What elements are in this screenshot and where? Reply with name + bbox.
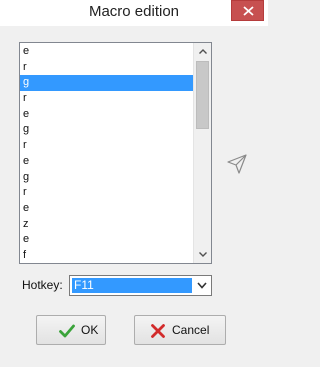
checkmark-icon: [59, 324, 75, 338]
scroll-thumb[interactable]: [196, 61, 209, 129]
cancel-button[interactable]: Cancel: [134, 315, 226, 345]
list-item[interactable]: e: [20, 107, 193, 123]
chevron-down-icon[interactable]: [197, 282, 207, 289]
list-item[interactable]: r: [20, 138, 193, 154]
hotkey-select[interactable]: F11: [69, 275, 212, 296]
macro-listbox[interactable]: ergregregrezef: [19, 42, 212, 264]
scroll-up-button[interactable]: [194, 43, 211, 60]
list-item[interactable]: r: [20, 91, 193, 107]
cancel-label: Cancel: [172, 323, 210, 337]
list-item[interactable]: g: [20, 170, 193, 186]
list-item[interactable]: g: [20, 75, 193, 92]
x-icon: [151, 324, 165, 338]
window-title: Macro edition: [88, 3, 180, 20]
title-bar: Macro edition: [0, 0, 268, 26]
hotkey-label: Hotkey:: [22, 278, 63, 292]
list-item[interactable]: r: [20, 60, 193, 76]
close-button[interactable]: [231, 0, 264, 21]
pointer-icon: [227, 154, 247, 174]
list-item[interactable]: e: [20, 44, 193, 60]
macro-list: ergregregrezef: [20, 44, 193, 263]
list-item[interactable]: e: [20, 232, 193, 248]
list-item[interactable]: z: [20, 217, 193, 233]
scroll-down-button[interactable]: [194, 246, 211, 263]
list-item[interactable]: e: [20, 154, 193, 170]
list-item[interactable]: r: [20, 185, 193, 201]
ok-button[interactable]: OK: [36, 315, 106, 345]
hotkey-value: F11: [72, 278, 192, 293]
ok-label: OK: [81, 323, 99, 337]
close-icon: [243, 6, 254, 16]
chevron-down-icon: [199, 252, 207, 257]
chevron-up-icon: [199, 49, 207, 54]
vertical-scrollbar[interactable]: [193, 43, 211, 263]
list-item[interactable]: e: [20, 201, 193, 217]
list-item[interactable]: g: [20, 122, 193, 138]
list-item[interactable]: f: [20, 248, 193, 263]
